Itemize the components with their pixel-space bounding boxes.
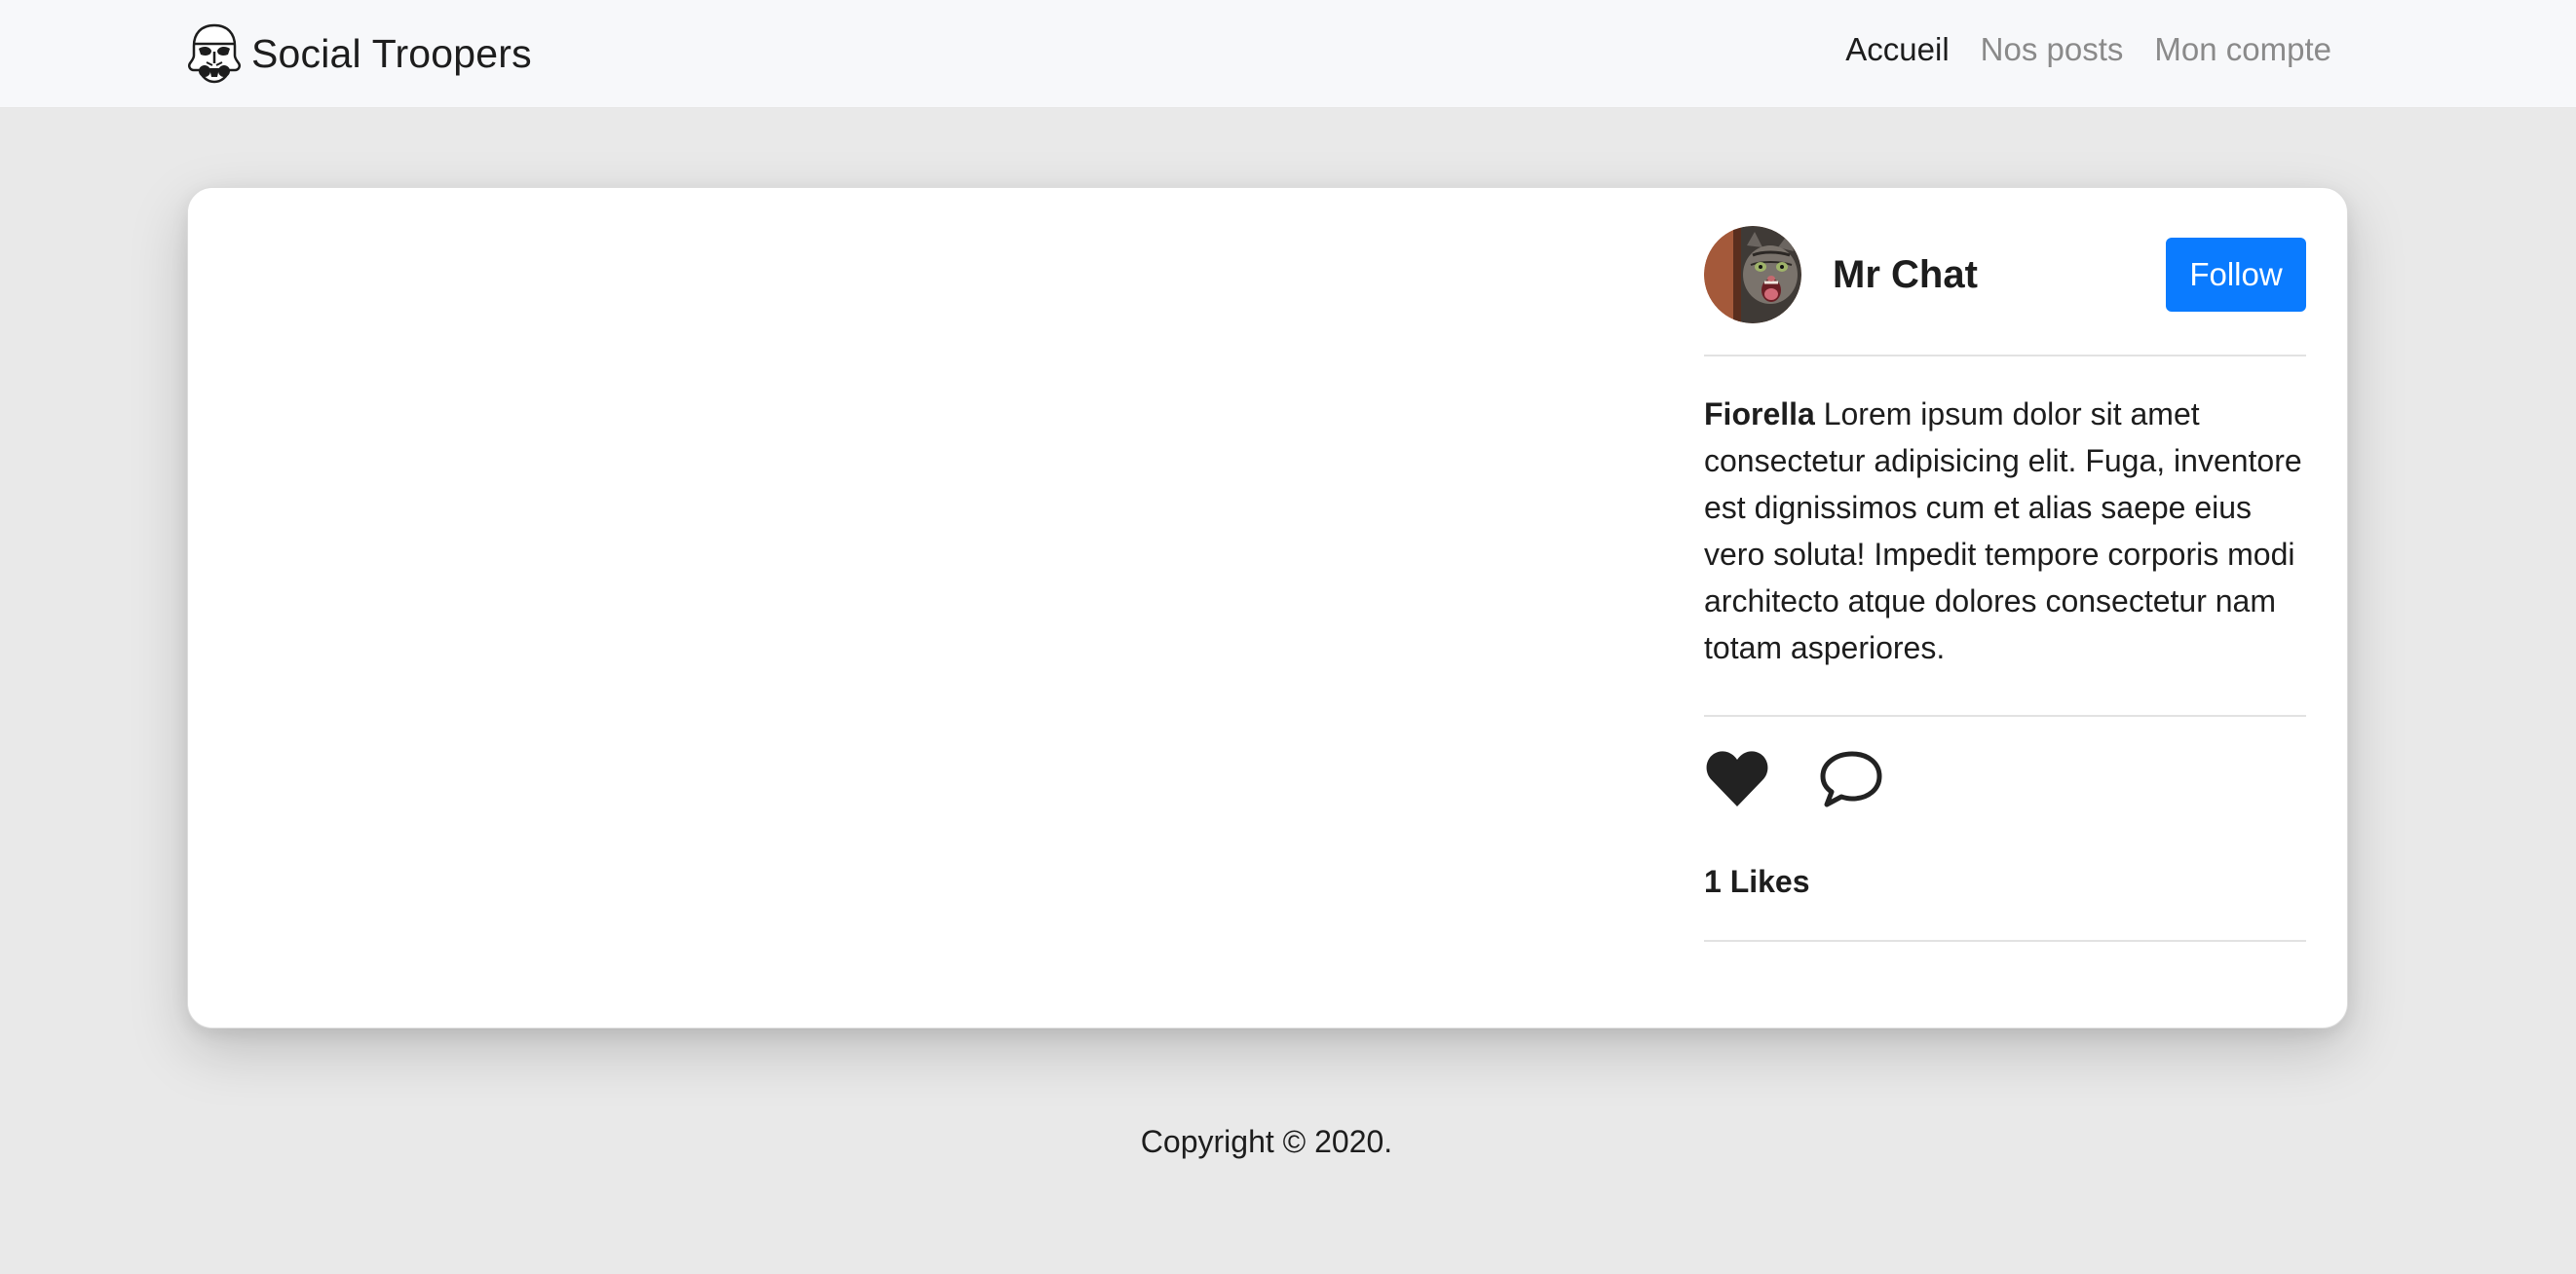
post-actions: [1704, 747, 1883, 811]
stormtrooper-helmet-icon: [187, 23, 242, 84]
post-caption: Fiorella Lorem ipsum dolor sit amet cons…: [1704, 391, 2306, 671]
speech-bubble-icon[interactable]: [1817, 748, 1883, 810]
post-card: Mr Chat Follow Fiorella Lorem ipsum dolo…: [187, 187, 2348, 1029]
nav-link-nos-posts[interactable]: Nos posts: [1981, 31, 2124, 68]
follow-button[interactable]: Follow: [2166, 238, 2306, 312]
likes-count: 1 Likes: [1704, 864, 1810, 899]
divider: [1704, 355, 2306, 356]
divider: [1704, 715, 2306, 717]
post-image: [188, 188, 1630, 1028]
brand-link[interactable]: Social Troopers: [185, 21, 532, 86]
divider: [1704, 940, 2306, 942]
caption-text: Lorem ipsum dolor sit amet consectetur a…: [1704, 396, 2302, 665]
caption-author: Fiorella: [1704, 396, 1815, 431]
heart-icon[interactable]: [1704, 748, 1770, 810]
nav-links: Accueil Nos posts Mon compte: [1845, 31, 2331, 68]
post-author: Mr Chat Follow: [1704, 225, 2306, 324]
footer-copyright: Copyright © 2020.: [1140, 1124, 1393, 1159]
top-navbar: Social Troopers Accueil Nos posts Mon co…: [0, 0, 2576, 108]
nav-link-mon-compte[interactable]: Mon compte: [2154, 31, 2331, 68]
cat-avatar[interactable]: [1704, 226, 1801, 323]
nav-link-accueil[interactable]: Accueil: [1845, 31, 1949, 68]
author-name: Mr Chat: [1833, 252, 1978, 296]
brand-name: Social Troopers: [251, 30, 532, 76]
post-sidebar: Mr Chat Follow Fiorella Lorem ipsum dolo…: [1704, 188, 2306, 1028]
